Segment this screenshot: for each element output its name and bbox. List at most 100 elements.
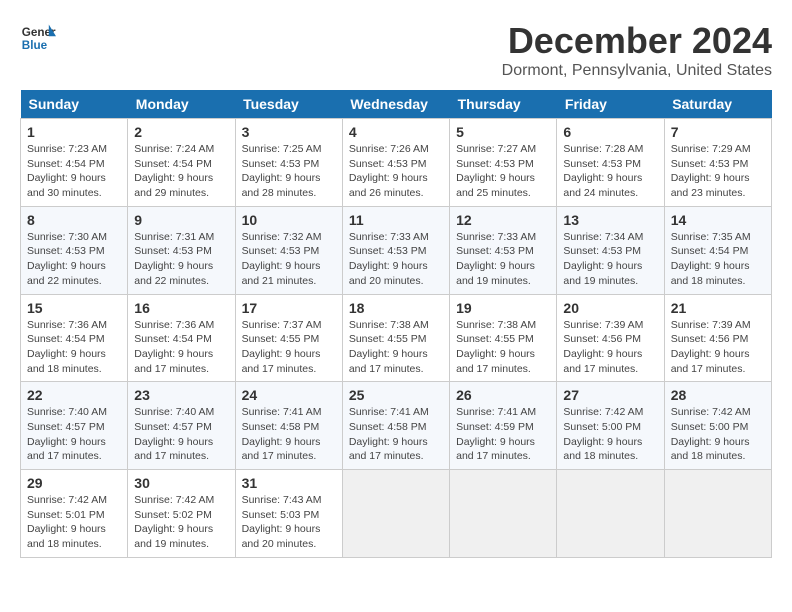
calendar-cell (342, 470, 449, 558)
day-number: 2 (134, 124, 228, 140)
calendar-week-4: 22 Sunrise: 7:40 AM Sunset: 4:57 PM Dayli… (21, 382, 772, 470)
calendar-table: SundayMondayTuesdayWednesdayThursdayFrid… (20, 90, 772, 558)
day-number: 13 (563, 212, 657, 228)
day-info: Sunrise: 7:38 AM Sunset: 4:55 PM Dayligh… (349, 318, 443, 377)
calendar-cell: 10 Sunrise: 7:32 AM Sunset: 4:53 PM Dayli… (235, 206, 342, 294)
calendar-header-row: SundayMondayTuesdayWednesdayThursdayFrid… (21, 90, 772, 119)
day-number: 7 (671, 124, 765, 140)
day-number: 14 (671, 212, 765, 228)
title-area: December 2024 Dormont, Pennsylvania, Uni… (502, 20, 772, 80)
day-info: Sunrise: 7:42 AM Sunset: 5:01 PM Dayligh… (27, 493, 121, 552)
logo-icon: General Blue (20, 20, 56, 56)
weekday-header-thursday: Thursday (450, 90, 557, 119)
calendar-cell: 19Sunrise: 7:38 AM Sunset: 4:55 PM Dayli… (450, 294, 557, 382)
calendar-cell: 16 Sunrise: 7:36 AM Sunset: 4:54 PM Dayli… (128, 294, 235, 382)
day-number: 21 (671, 300, 765, 316)
day-info: Sunrise: 7:39 AM Sunset: 4:56 PM Dayligh… (563, 318, 657, 377)
calendar-cell: 31 Sunrise: 7:43 AM Sunset: 5:03 PM Dayli… (235, 470, 342, 558)
day-info: Sunrise: 7:33 AM Sunset: 4:53 PM Dayligh… (456, 230, 550, 289)
day-info: Sunrise: 7:41 AM Sunset: 4:58 PM Dayligh… (242, 405, 336, 464)
day-info: Sunrise: 7:28 AM Sunset: 4:53 PM Dayligh… (563, 142, 657, 201)
day-number: 15 (27, 300, 121, 316)
calendar-cell: 2 Sunrise: 7:24 AM Sunset: 4:54 PM Daylig… (128, 119, 235, 207)
calendar-cell: 1 Sunrise: 7:23 AM Sunset: 4:54 PM Daylig… (21, 119, 128, 207)
day-number: 8 (27, 212, 121, 228)
day-number: 5 (456, 124, 550, 140)
weekday-header-monday: Monday (128, 90, 235, 119)
day-number: 23 (134, 387, 228, 403)
day-info: Sunrise: 7:37 AM Sunset: 4:55 PM Dayligh… (242, 318, 336, 377)
day-info: Sunrise: 7:25 AM Sunset: 4:53 PM Dayligh… (242, 142, 336, 201)
calendar-cell: 25 Sunrise: 7:41 AM Sunset: 4:58 PM Dayli… (342, 382, 449, 470)
day-info: Sunrise: 7:41 AM Sunset: 4:59 PM Dayligh… (456, 405, 550, 464)
calendar-cell: 27 Sunrise: 7:42 AM Sunset: 5:00 PM Dayli… (557, 382, 664, 470)
day-info: Sunrise: 7:42 AM Sunset: 5:00 PM Dayligh… (671, 405, 765, 464)
day-number: 29 (27, 475, 121, 491)
day-number: 16 (134, 300, 228, 316)
calendar-week-2: 8Sunrise: 7:30 AM Sunset: 4:53 PM Daylig… (21, 206, 772, 294)
day-info: Sunrise: 7:42 AM Sunset: 5:02 PM Dayligh… (134, 493, 228, 552)
day-info: Sunrise: 7:26 AM Sunset: 4:53 PM Dayligh… (349, 142, 443, 201)
calendar-cell: 9 Sunrise: 7:31 AM Sunset: 4:53 PM Daylig… (128, 206, 235, 294)
day-number: 26 (456, 387, 550, 403)
day-number: 28 (671, 387, 765, 403)
calendar-cell: 29 Sunrise: 7:42 AM Sunset: 5:01 PM Dayli… (21, 470, 128, 558)
day-number: 11 (349, 212, 443, 228)
day-number: 24 (242, 387, 336, 403)
calendar-cell: 17 Sunrise: 7:37 AM Sunset: 4:55 PM Dayli… (235, 294, 342, 382)
calendar-cell: 4 Sunrise: 7:26 AM Sunset: 4:53 PM Daylig… (342, 119, 449, 207)
day-number: 27 (563, 387, 657, 403)
calendar-cell: 26 Sunrise: 7:41 AM Sunset: 4:59 PM Dayli… (450, 382, 557, 470)
day-number: 6 (563, 124, 657, 140)
day-info: Sunrise: 7:27 AM Sunset: 4:53 PM Dayligh… (456, 142, 550, 201)
logo: General Blue (20, 20, 56, 56)
day-number: 20 (563, 300, 657, 316)
calendar-week-1: 1 Sunrise: 7:23 AM Sunset: 4:54 PM Daylig… (21, 119, 772, 207)
day-number: 1 (27, 124, 121, 140)
weekday-header-sunday: Sunday (21, 90, 128, 119)
calendar-cell (450, 470, 557, 558)
day-info: Sunrise: 7:29 AM Sunset: 4:53 PM Dayligh… (671, 142, 765, 201)
day-info: Sunrise: 7:34 AM Sunset: 4:53 PM Dayligh… (563, 230, 657, 289)
day-info: Sunrise: 7:33 AM Sunset: 4:53 PM Dayligh… (349, 230, 443, 289)
location-title: Dormont, Pennsylvania, United States (502, 62, 772, 80)
day-info: Sunrise: 7:40 AM Sunset: 4:57 PM Dayligh… (27, 405, 121, 464)
day-info: Sunrise: 7:42 AM Sunset: 5:00 PM Dayligh… (563, 405, 657, 464)
calendar-cell: 13 Sunrise: 7:34 AM Sunset: 4:53 PM Dayli… (557, 206, 664, 294)
calendar-week-5: 29 Sunrise: 7:42 AM Sunset: 5:01 PM Dayli… (21, 470, 772, 558)
month-title: December 2024 (502, 20, 772, 62)
calendar-cell: 11 Sunrise: 7:33 AM Sunset: 4:53 PM Dayli… (342, 206, 449, 294)
day-info: Sunrise: 7:40 AM Sunset: 4:57 PM Dayligh… (134, 405, 228, 464)
weekday-header-saturday: Saturday (664, 90, 771, 119)
calendar-cell: 18 Sunrise: 7:38 AM Sunset: 4:55 PM Dayli… (342, 294, 449, 382)
day-number: 4 (349, 124, 443, 140)
day-info: Sunrise: 7:41 AM Sunset: 4:58 PM Dayligh… (349, 405, 443, 464)
day-info: Sunrise: 7:23 AM Sunset: 4:54 PM Dayligh… (27, 142, 121, 201)
day-number: 25 (349, 387, 443, 403)
svg-text:Blue: Blue (22, 39, 48, 52)
day-number: 9 (134, 212, 228, 228)
day-info: Sunrise: 7:24 AM Sunset: 4:54 PM Dayligh… (134, 142, 228, 201)
day-info: Sunrise: 7:31 AM Sunset: 4:53 PM Dayligh… (134, 230, 228, 289)
calendar-cell (664, 470, 771, 558)
day-info: Sunrise: 7:39 AM Sunset: 4:56 PM Dayligh… (671, 318, 765, 377)
day-number: 22 (27, 387, 121, 403)
calendar-cell: 24 Sunrise: 7:41 AM Sunset: 4:58 PM Dayli… (235, 382, 342, 470)
calendar-cell: 21 Sunrise: 7:39 AM Sunset: 4:56 PM Dayli… (664, 294, 771, 382)
calendar-cell: 23 Sunrise: 7:40 AM Sunset: 4:57 PM Dayli… (128, 382, 235, 470)
header: General Blue December 2024 Dormont, Penn… (20, 20, 772, 80)
calendar-cell: 3Sunrise: 7:25 AM Sunset: 4:53 PM Daylig… (235, 119, 342, 207)
calendar-cell: 15 Sunrise: 7:36 AM Sunset: 4:54 PM Dayli… (21, 294, 128, 382)
day-number: 18 (349, 300, 443, 316)
calendar-cell: 30Sunrise: 7:42 AM Sunset: 5:02 PM Dayli… (128, 470, 235, 558)
day-info: Sunrise: 7:43 AM Sunset: 5:03 PM Dayligh… (242, 493, 336, 552)
day-number: 17 (242, 300, 336, 316)
day-info: Sunrise: 7:36 AM Sunset: 4:54 PM Dayligh… (134, 318, 228, 377)
day-number: 10 (242, 212, 336, 228)
calendar-week-3: 15 Sunrise: 7:36 AM Sunset: 4:54 PM Dayli… (21, 294, 772, 382)
day-info: Sunrise: 7:36 AM Sunset: 4:54 PM Dayligh… (27, 318, 121, 377)
calendar-cell: 8Sunrise: 7:30 AM Sunset: 4:53 PM Daylig… (21, 206, 128, 294)
calendar-cell: 28 Sunrise: 7:42 AM Sunset: 5:00 PM Dayli… (664, 382, 771, 470)
day-info: Sunrise: 7:32 AM Sunset: 4:53 PM Dayligh… (242, 230, 336, 289)
day-number: 31 (242, 475, 336, 491)
